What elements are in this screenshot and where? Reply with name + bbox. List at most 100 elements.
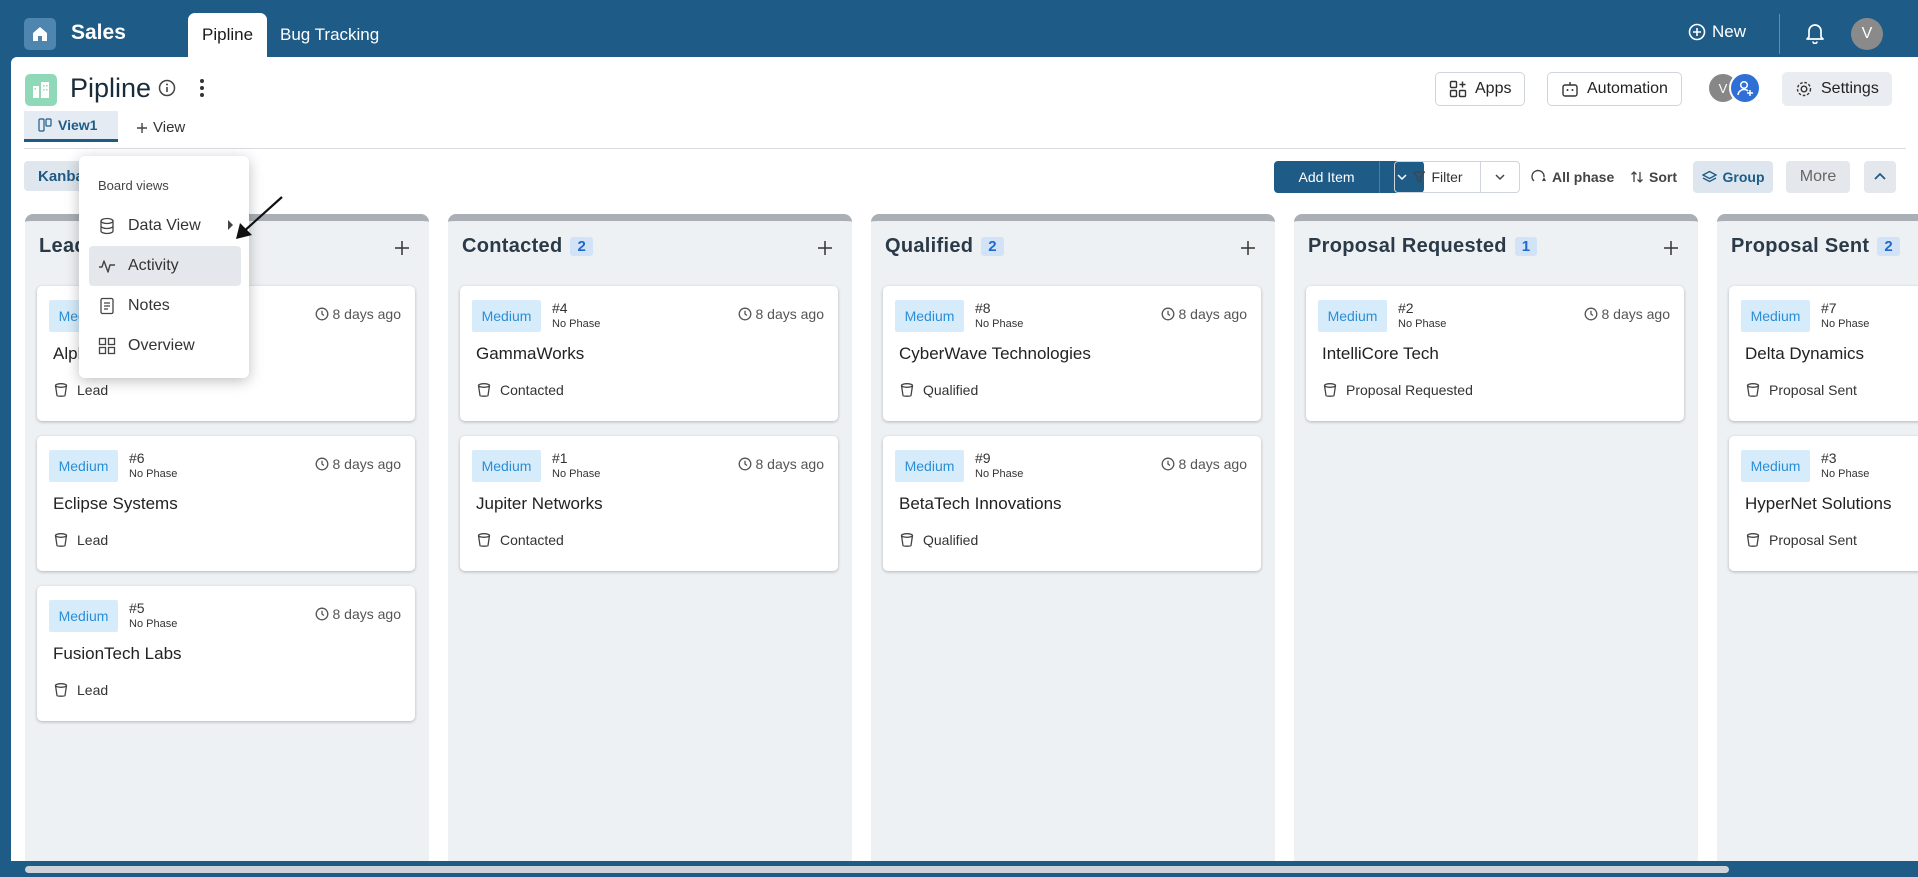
item-title[interactable]: FusionTech Labs [53, 644, 182, 664]
item-timestamp: 8 days ago [1161, 306, 1247, 322]
horizontal-scrollbar[interactable] [11, 861, 1918, 877]
stage-text: Contacted [500, 382, 564, 398]
add-item-label[interactable]: Add Item [1274, 161, 1380, 193]
add-view-button[interactable]: View [135, 119, 185, 136]
item-title[interactable]: BetaTech Innovations [899, 494, 1062, 514]
item-card[interactable]: Medium #1 No Phase 8 days ago Jupiter Networ… [460, 436, 838, 571]
priority-badge: Medium [895, 300, 964, 332]
item-stage: Proposal Requested [1322, 382, 1473, 398]
view-tab-view1[interactable]: View1 [24, 111, 118, 142]
settings-label: Settings [1821, 80, 1879, 97]
item-stage: Qualified [899, 532, 978, 548]
item-card[interactable]: Medium #5 No Phase 8 days ago FusionTech Lab… [37, 586, 415, 721]
timestamp-text: 8 days ago [1601, 306, 1671, 322]
column-count-badge: 2 [981, 237, 1004, 256]
scrollbar-thumb[interactable] [25, 866, 1729, 873]
column-header: Qualified 2 [885, 235, 1004, 258]
chevron-up-icon [1874, 172, 1886, 180]
item-stage: Contacted [476, 382, 564, 398]
item-card[interactable]: Medium #4 No Phase 8 days ago GammaWorks Cont… [460, 286, 838, 421]
item-timestamp: 8 days ago [315, 606, 401, 622]
kanban-view-chip[interactable]: Kanban [24, 161, 86, 191]
main-panel: Pipline Apps Automation V Settings View1… [11, 57, 1918, 877]
stage-icon [477, 383, 491, 397]
collapse-button[interactable] [1864, 161, 1896, 193]
pointer-arrow-icon [236, 196, 283, 239]
priority-badge: Medium [49, 450, 118, 482]
plus-icon [137, 122, 147, 133]
stage-icon [54, 533, 68, 547]
item-title[interactable]: HyperNet Solutions [1745, 494, 1891, 514]
clock-icon [738, 457, 751, 471]
kanban-column: Proposal Sent2Medium#7No Phase8 days ago… [1717, 214, 1918, 877]
stage-text: Proposal Requested [1346, 382, 1473, 398]
menu-item-data-view[interactable]: Data View [89, 206, 241, 246]
tab-bug-tracking[interactable]: Bug Tracking [266, 13, 393, 57]
item-card[interactable]: Medium#3No Phase8 days agoHyperNet Solut… [1729, 436, 1918, 571]
add-card-button[interactable] [816, 239, 834, 262]
item-title[interactable]: IntelliCore Tech [1322, 344, 1439, 364]
item-phase: No Phase [552, 318, 601, 330]
item-title[interactable]: Jupiter Networks [476, 494, 603, 514]
info-icon[interactable] [158, 79, 176, 102]
item-stage: Contacted [476, 532, 564, 548]
phase-icon [1531, 169, 1546, 182]
item-stage: Lead [53, 682, 108, 698]
item-title[interactable]: CyberWave Technologies [899, 344, 1091, 364]
robot-icon [1562, 82, 1578, 97]
automation-button[interactable]: Automation [1547, 72, 1682, 106]
item-stage: Proposal Sent [1745, 532, 1857, 548]
apps-button[interactable]: Apps [1435, 72, 1526, 106]
timestamp-text: 8 days ago [332, 306, 402, 322]
board-icon [25, 74, 57, 106]
notes-icon [100, 297, 114, 315]
filter-dropdown[interactable] [1481, 162, 1519, 192]
stage-text: Lead [77, 382, 109, 398]
more-button[interactable]: More [1786, 161, 1850, 193]
chevron-down-icon [1495, 174, 1505, 181]
kanban-column: Contacted 2 Medium #4 No Phase 8 days ago Gamm… [448, 214, 852, 877]
item-card[interactable]: Medium #9 No Phase 8 days ago BetaTech Innov… [883, 436, 1261, 571]
gear-icon [1796, 81, 1812, 97]
add-member-button[interactable] [1729, 72, 1761, 104]
group-button[interactable]: Group [1693, 161, 1773, 193]
item-stage: Proposal Sent [1745, 382, 1857, 398]
stage-icon [900, 533, 914, 547]
item-title[interactable]: GammaWorks [476, 344, 584, 364]
sort-button[interactable]: Sort [1630, 161, 1677, 193]
add-card-button[interactable] [1662, 239, 1680, 262]
overview-icon [98, 337, 116, 355]
stage-text: Proposal Sent [1769, 532, 1857, 548]
home-icon [33, 27, 47, 41]
filter-main[interactable]: Filter [1395, 162, 1481, 192]
item-number: #3 [1821, 450, 1837, 466]
stage-text: Qualified [923, 382, 979, 398]
stage-icon [54, 683, 68, 697]
add-card-button[interactable] [393, 239, 411, 262]
filter-button[interactable]: Filter [1394, 161, 1520, 193]
item-card[interactable]: Medium #8 No Phase 8 days ago CyberWave Tech… [883, 286, 1261, 421]
stage-icon [54, 383, 68, 397]
settings-button[interactable]: Settings [1782, 72, 1892, 106]
menu-item-activity[interactable]: Activity [89, 246, 241, 286]
database-icon [100, 217, 114, 235]
kanban-column: Proposal Requested 1 Medium #2 No Phase 8 day… [1294, 214, 1698, 877]
top-bar: Sales Pipline Bug Tracking New V [0, 0, 1918, 57]
item-card[interactable]: Medium#7No Phase8 days agoDelta Dynamics… [1729, 286, 1918, 421]
bell-icon[interactable] [1805, 22, 1825, 49]
user-avatar[interactable]: V [1851, 18, 1883, 50]
tab-pipline[interactable]: Pipline [188, 13, 268, 57]
more-vertical-icon[interactable] [198, 78, 206, 103]
item-title[interactable]: Eclipse Systems [53, 494, 178, 514]
plus-circle-icon [1688, 23, 1706, 41]
filter-icon [1413, 171, 1426, 183]
home-button[interactable] [24, 18, 56, 50]
menu-item-notes[interactable]: Notes [89, 286, 241, 326]
item-card[interactable]: Medium #2 No Phase 8 days ago IntelliCore Te… [1306, 286, 1684, 421]
menu-item-overview[interactable]: Overview [89, 326, 241, 366]
item-card[interactable]: Medium #6 No Phase 8 days ago Eclipse System… [37, 436, 415, 571]
item-title[interactable]: Delta Dynamics [1745, 344, 1864, 364]
all-phase-button[interactable]: All phase [1531, 161, 1614, 193]
add-card-button[interactable] [1239, 239, 1257, 262]
new-button[interactable]: New [1688, 22, 1746, 42]
